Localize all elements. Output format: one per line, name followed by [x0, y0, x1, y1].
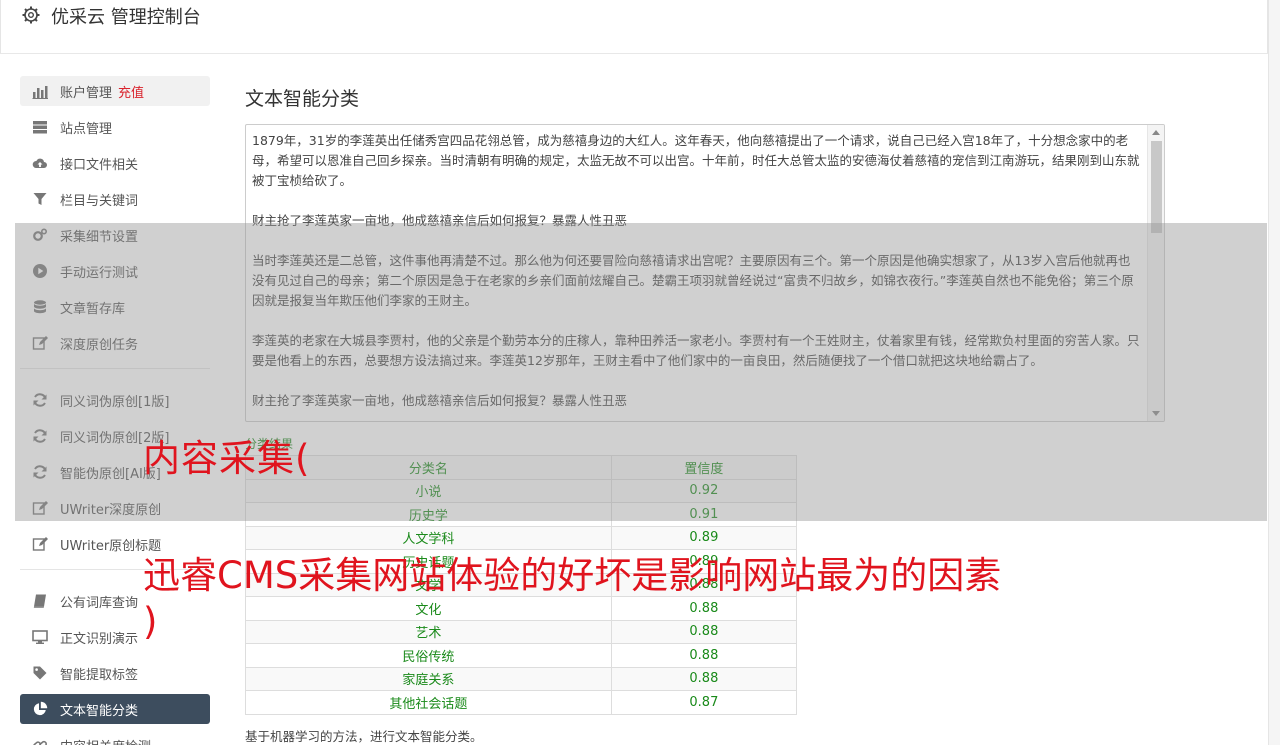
sidebar-item-label: 内容相关度检测	[60, 736, 151, 745]
footnote: 基于机器学习的方法，进行文本智能分类。	[245, 729, 483, 744]
bar-chart-icon	[31, 83, 48, 100]
sidebar-item-label: 公有词库查询	[60, 595, 139, 611]
category-cell: 家庭关系	[245, 666, 612, 691]
category-cell: 文化	[245, 596, 612, 621]
category-cell: 艺术	[245, 619, 612, 644]
tag-icon	[31, 665, 48, 682]
pie-chart-icon	[31, 701, 48, 718]
table-row: 艺术 0.88	[245, 619, 798, 644]
gear-icon	[22, 6, 40, 24]
article-paragraph: 1879年，31岁的李莲英出任储秀宫四品花翎总管，成为慈禧身边的大红人。这年春天…	[252, 133, 1140, 188]
book-icon	[31, 593, 48, 610]
sidebar-item-label: 智能提取标签	[60, 667, 139, 683]
server-icon	[31, 119, 48, 136]
page-scrollbar[interactable]	[1268, 0, 1280, 745]
confidence-cell: 0.88	[610, 643, 798, 668]
category-cell: 其他社会话题	[245, 690, 612, 715]
watermark-line-3: )	[143, 600, 158, 643]
sidebar-item-内容相关度检测[interactable]: 内容相关度检测	[20, 730, 210, 745]
table-row: 家庭关系 0.88	[245, 666, 798, 691]
sidebar-item-label: 正文识别演示	[60, 631, 139, 647]
monitor-icon	[31, 629, 48, 646]
recharge-link[interactable]: 充值	[118, 82, 144, 101]
sidebar-item-正文识别演示[interactable]: 正文识别演示	[20, 622, 210, 652]
watermark-line-1: 内容采集(	[143, 437, 311, 480]
confidence-cell: 0.87	[610, 690, 798, 715]
sidebar-item-接口文件相关[interactable]: 接口文件相关	[20, 148, 210, 178]
confidence-cell: 0.88	[610, 666, 798, 691]
top-bar: 优采云 管理控制台	[0, 0, 1268, 54]
category-cell: 民俗传统	[245, 643, 612, 668]
cloud-upload-icon	[31, 155, 48, 172]
confidence-cell: 0.88	[610, 596, 798, 621]
scroll-up-icon[interactable]	[1152, 130, 1160, 135]
table-row: 文化 0.88	[245, 596, 798, 621]
filter-icon	[31, 191, 48, 208]
link-icon	[31, 737, 48, 745]
watermark-line-2: 迅睿CMS采集网站体验的好坏是影响网站最为的因素	[143, 554, 1002, 597]
page-title: 文本智能分类	[245, 88, 360, 110]
sidebar-item-站点管理[interactable]: 站点管理	[20, 112, 210, 142]
sidebar-item-label: 账户管理	[60, 85, 113, 101]
sidebar-item-label: 栏目与关键词	[60, 193, 139, 209]
sidebar-item-智能提取标签[interactable]: 智能提取标签	[20, 658, 210, 688]
sidebar-item-label: 站点管理	[60, 121, 113, 137]
table-row: 民俗传统 0.88	[245, 643, 798, 668]
sidebar-item-账户管理[interactable]: 账户管理 充值	[20, 76, 210, 106]
console-title: 优采云 管理控制台	[51, 7, 201, 28]
sidebar-item-label: 接口文件相关	[60, 157, 139, 173]
sidebar-item-栏目与关键词[interactable]: 栏目与关键词	[20, 184, 210, 214]
scroll-thumb[interactable]	[1151, 141, 1162, 233]
sidebar-item-文本智能分类[interactable]: 文本智能分类	[20, 694, 210, 724]
edit-icon	[31, 536, 48, 553]
confidence-cell: 0.88	[610, 619, 798, 644]
sidebar-item-label: 文本智能分类	[60, 703, 139, 719]
table-row: 其他社会话题 0.87	[245, 690, 798, 715]
